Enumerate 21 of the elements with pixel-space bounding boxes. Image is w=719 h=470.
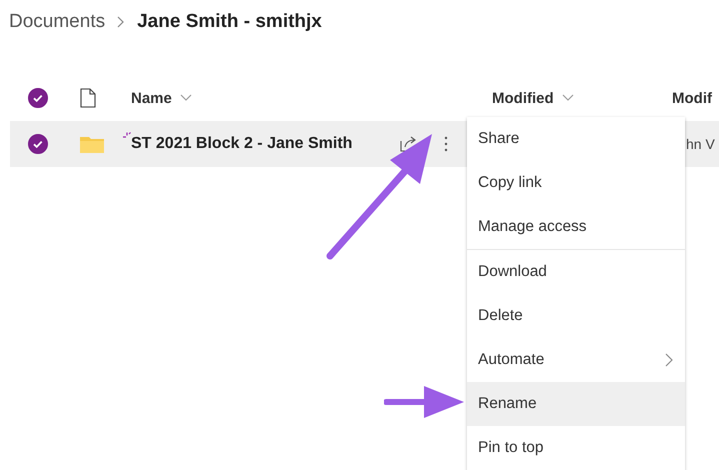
table-cell-text: hn V — [685, 136, 715, 152]
menu-item[interactable]: Manage access — [467, 205, 685, 249]
menu-item[interactable]: Automate — [467, 338, 685, 382]
chevron-down-icon — [562, 94, 574, 102]
more-options-icon[interactable] — [444, 136, 448, 152]
menu-item[interactable]: Delete — [467, 294, 685, 338]
menu-item[interactable]: Rename — [467, 382, 685, 426]
checkbox[interactable] — [28, 134, 48, 154]
column-header[interactable]: Name — [131, 90, 172, 106]
breadcrumb-item: Jane Smith - smithjx — [137, 11, 322, 33]
file-icon — [80, 88, 96, 108]
breadcrumb-item[interactable]: Documents — [9, 11, 106, 33]
chevron-right-icon — [117, 16, 126, 28]
chevron-down-icon — [180, 94, 192, 102]
file-name[interactable]: ST 2021 Block 2 - Jane Smith — [131, 135, 352, 153]
folder-icon — [80, 135, 104, 153]
menu-item[interactable]: Download — [467, 250, 685, 294]
menu-item[interactable]: Pin to top — [467, 426, 685, 470]
checkbox[interactable] — [28, 88, 48, 108]
column-header[interactable]: Modified — [492, 90, 554, 106]
column-header[interactable]: Modif — [672, 90, 712, 106]
